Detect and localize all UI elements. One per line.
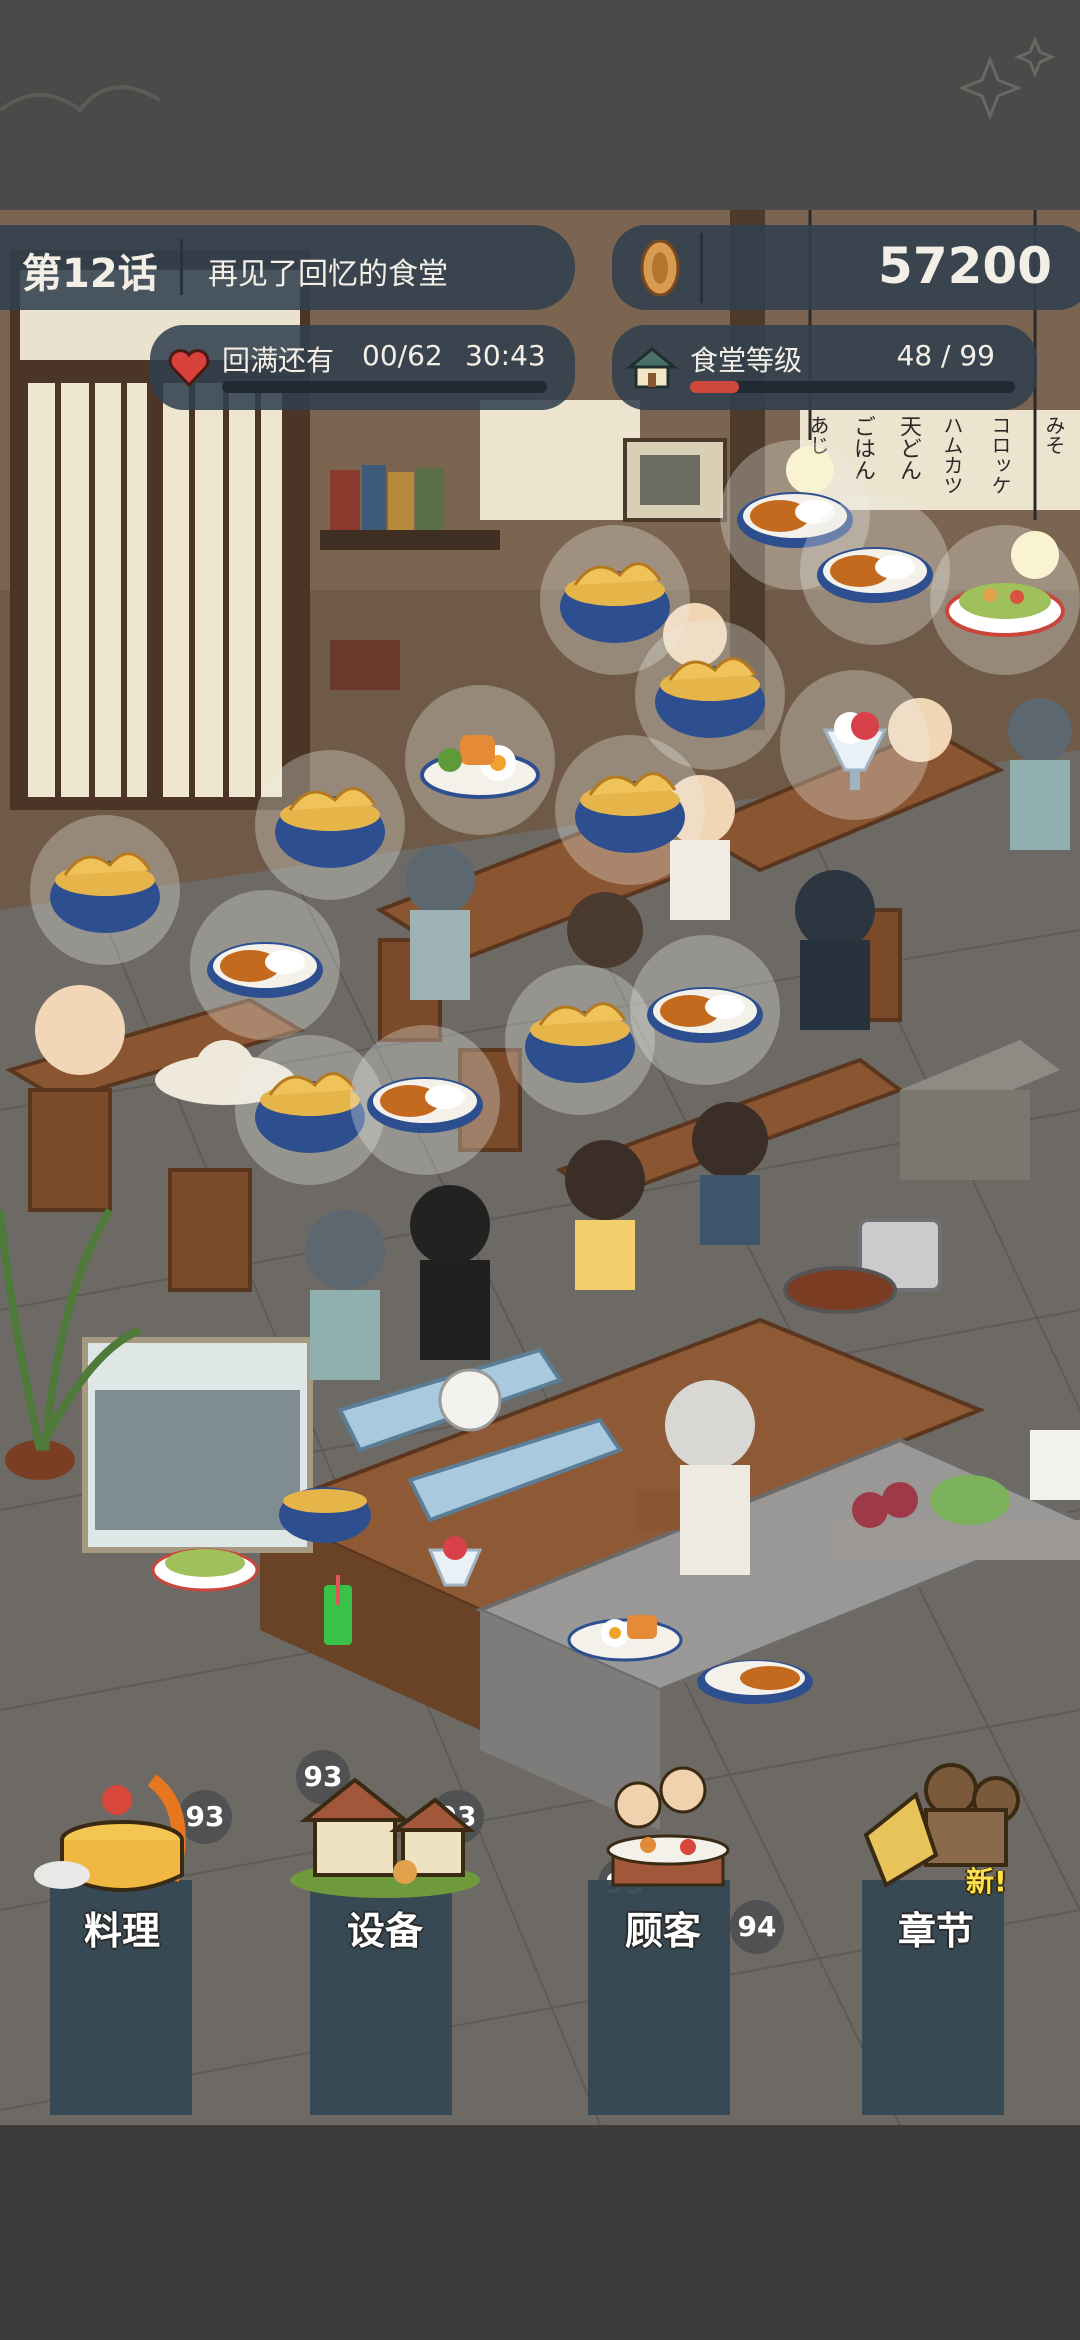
stock-hamburg-plate[interactable] — [565, 1595, 685, 1669]
level-bar — [690, 381, 1015, 393]
order-bubble-tempura-bowl[interactable] — [255, 750, 405, 900]
top-letterbox — [0, 0, 1080, 210]
episode-title: 再见了回忆的食堂 — [208, 257, 448, 292]
order-bubble-curry-rice[interactable] — [630, 935, 780, 1085]
chapters-menu-button[interactable]: 新! 章节 — [826, 1750, 1046, 1953]
refill-label: 回满还有 — [222, 344, 335, 377]
order-bubble-tempura-bowl[interactable] — [555, 735, 705, 885]
coin-amount: 57200 — [878, 237, 1052, 295]
restaurant-level-panel[interactable]: 食堂等级 48 / 99 — [612, 325, 1037, 410]
chapters-label: 章节 — [897, 1909, 974, 1953]
stock-parfait[interactable] — [420, 1530, 490, 1614]
episode-banner[interactable]: 第12话 再见了回忆的食堂 — [0, 225, 575, 310]
tempura-bowl-icon — [560, 562, 670, 643]
cloud-decoration — [0, 36, 1056, 121]
order-bubble-curry-rice[interactable] — [800, 495, 950, 645]
stamina-panel[interactable]: 回满还有 00/62 30:43 — [150, 325, 575, 410]
salad-icon — [945, 583, 1065, 637]
divider — [700, 233, 703, 303]
stock-salad[interactable] — [150, 1535, 260, 1599]
customers-label: 顾客 — [624, 1909, 701, 1953]
bottom-letterbox — [0, 2125, 1080, 2340]
level-label: 食堂等级 — [690, 344, 803, 377]
order-bubble-curry-rice[interactable] — [350, 1025, 500, 1175]
signboard-item: コロッケ — [988, 415, 1012, 495]
signboard-item: みそ — [1042, 415, 1066, 455]
coin-counter: 57200 — [612, 225, 1080, 310]
order-bubble-salad[interactable] — [930, 525, 1080, 675]
curry-rice-icon — [647, 987, 763, 1043]
coin-icon — [640, 239, 680, 297]
tempura-bowl-icon — [50, 852, 160, 933]
melon-soda-icon — [324, 1575, 352, 1645]
salad-icon — [151, 1548, 259, 1592]
signboard-item: ハムカツ — [940, 415, 964, 495]
divider — [180, 239, 183, 295]
curry-rice-icon — [697, 1660, 813, 1704]
order-bubble-hamburg-plate[interactable] — [405, 685, 555, 835]
tempura-bowl-icon — [525, 1002, 635, 1083]
house-icon — [290, 1777, 480, 1898]
curry-rice-icon — [817, 547, 933, 603]
refill-timer: 30:43 — [465, 339, 546, 372]
tempura-bowl-icon — [575, 772, 685, 853]
hamburg-plate-icon — [567, 1615, 683, 1662]
cooking-pot-icon — [34, 1774, 186, 1892]
stock-melon-soda[interactable] — [318, 1575, 358, 1659]
customers-icon — [606, 1766, 730, 1887]
refill-count: 00/62 — [362, 339, 443, 372]
heart-icon — [168, 349, 210, 387]
stock-curry-rice[interactable] — [695, 1650, 815, 1714]
order-bubble-curry-rice[interactable] — [190, 890, 340, 1040]
game-screen: あじ ごはん 天どん ハムカツ コロッケ みそ 93 93 94 第12话 再见… — [0, 0, 1080, 2340]
order-bubble-tempura-bowl[interactable] — [30, 815, 180, 965]
tempura-bowl-icon — [279, 1487, 371, 1543]
cooking-menu-button[interactable]: 料理 — [12, 1750, 232, 1953]
restaurant-house-icon — [626, 347, 678, 389]
signboard-item: 天どん — [896, 415, 921, 481]
tempura-bowl-icon — [655, 657, 765, 738]
episode-number: 第12话 — [22, 251, 158, 297]
curry-rice-icon — [207, 942, 323, 998]
level-bar-fill — [690, 381, 739, 393]
level-value: 48 / 99 — [896, 339, 996, 372]
equipment-label: 设备 — [346, 1909, 423, 1953]
tempura-bowl-icon — [275, 787, 385, 868]
equipment-menu-button[interactable]: 设备 — [275, 1750, 495, 1953]
hamburg-plate-icon — [420, 735, 540, 799]
curry-rice-icon — [367, 1077, 483, 1133]
new-badge: 新! — [966, 1865, 1007, 1898]
stock-tempura-bowl[interactable] — [275, 1465, 375, 1549]
order-bubble-parfait[interactable] — [780, 670, 930, 820]
parfait-icon — [427, 1536, 483, 1587]
stamina-bar — [222, 381, 547, 393]
cooking-label: 料理 — [83, 1909, 160, 1953]
customers-menu-button[interactable]: 顾客 — [553, 1750, 773, 1953]
parfait-icon — [822, 712, 888, 790]
